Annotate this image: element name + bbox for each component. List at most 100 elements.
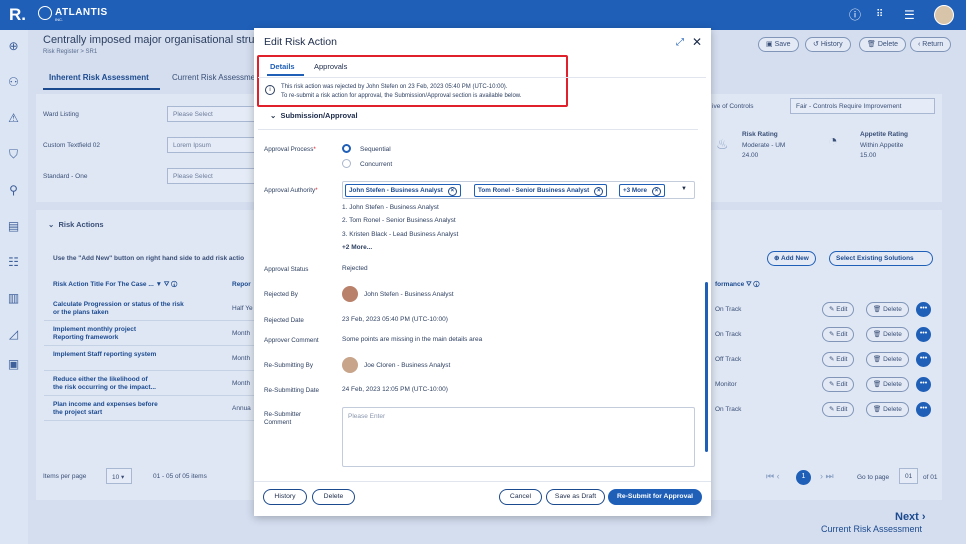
- shield-icon[interactable]: ⛉: [5, 146, 22, 163]
- risk-action-title-link[interactable]: Calculate Progression or status of the r…: [53, 301, 184, 317]
- performance-status: On Track: [715, 306, 742, 313]
- concurrent-radio[interactable]: [342, 159, 351, 168]
- row-edit-button[interactable]: ✎ Edit: [822, 327, 855, 342]
- gauge-icon: ◔: [828, 133, 838, 150]
- column-title-header[interactable]: Risk Action Title For The Case ... ▼ ⛛ ⓘ: [53, 281, 177, 289]
- user-avatar[interactable]: [934, 5, 954, 25]
- user-settings-icon[interactable]: ⚇: [5, 74, 22, 91]
- approval-authority-select[interactable]: John Stefen - Business Analyst × Tom Rone…: [342, 181, 695, 199]
- select-existing-button[interactable]: Select Existing Solutions: [829, 251, 933, 266]
- warning-icon[interactable]: ⚠: [5, 110, 22, 127]
- history-button[interactable]: History: [263, 489, 307, 505]
- sequential-label: Sequential: [360, 146, 391, 153]
- controls-select[interactable]: Fair - Controls Require Improvement: [790, 98, 935, 114]
- row-more-icon[interactable]: •••: [916, 402, 931, 417]
- cancel-button[interactable]: Cancel: [499, 489, 542, 505]
- column-report-header[interactable]: Repor: [232, 281, 251, 288]
- next-button[interactable]: Next ›: [895, 511, 926, 523]
- search-icon[interactable]: ⚲: [5, 182, 22, 199]
- line-chart-icon[interactable]: ◿: [5, 326, 22, 343]
- checklist-icon[interactable]: ☷: [5, 254, 22, 271]
- save-draft-button[interactable]: Save as Draft: [546, 489, 605, 505]
- resubmitter-avatar: [342, 357, 358, 373]
- risk-action-title-link[interactable]: Implement Staff reporting system: [53, 351, 156, 359]
- return-button[interactable]: ‹ Return: [910, 37, 952, 52]
- column-performance-header[interactable]: formance ⛛ ⓘ: [715, 281, 759, 289]
- remove-chip-icon: ×: [651, 187, 661, 196]
- brand-sub: INC.: [55, 17, 63, 22]
- row-more-icon[interactable]: •••: [916, 352, 931, 367]
- report-frequency: Month: [232, 355, 251, 362]
- breadcrumb[interactable]: Risk Register > SR1: [43, 49, 97, 55]
- history-button[interactable]: ↺ History: [805, 37, 851, 52]
- row-delete-button[interactable]: 🗑 Delete: [866, 302, 909, 317]
- row-more-icon[interactable]: •••: [916, 327, 931, 342]
- report-icon[interactable]: ▣: [5, 356, 22, 373]
- section-header[interactable]: ⌄ Submission/Approval: [270, 111, 358, 120]
- risk-action-title-link[interactable]: Reduce either the likelihood of the risk …: [53, 376, 156, 392]
- ward-listing-select[interactable]: Please Select: [167, 106, 255, 122]
- delete-button[interactable]: 🗑 Delete: [859, 37, 907, 52]
- sequential-radio[interactable]: [342, 144, 351, 153]
- scrollbar[interactable]: [705, 282, 708, 452]
- tab-details[interactable]: Details: [270, 62, 295, 71]
- standard-select[interactable]: Please Select: [167, 168, 255, 184]
- page-1-button[interactable]: 1: [796, 470, 811, 485]
- document-icon[interactable]: ▤: [5, 218, 22, 235]
- row-delete-button[interactable]: 🗑 Delete: [866, 327, 909, 342]
- atlantis-logo-icon: [38, 6, 52, 20]
- risk-action-title-link[interactable]: Plan income and expenses before the proje…: [53, 401, 158, 417]
- approval-process-label: Approval Process*: [264, 146, 316, 153]
- divider: [254, 481, 711, 482]
- help-icon[interactable]: ⓘ: [849, 8, 861, 22]
- bar-chart-icon[interactable]: ▥: [5, 290, 22, 307]
- add-icon[interactable]: ⊕: [5, 38, 22, 55]
- rejected-date: 23 Feb, 2023 05:40 PM (UTC-10:00): [342, 316, 448, 323]
- menu-icon[interactable]: ☰: [904, 8, 915, 22]
- approver-chip[interactable]: John Stefen - Business Analyst ×: [345, 184, 461, 197]
- concurrent-label: Concurrent: [360, 161, 393, 168]
- row-delete-button[interactable]: 🗑 Delete: [866, 352, 909, 367]
- row-more-icon[interactable]: •••: [916, 377, 931, 392]
- resubmitter-comment-input[interactable]: Please Enter: [342, 407, 695, 467]
- remove-chip-icon: ×: [447, 187, 457, 196]
- expand-icon[interactable]: ⤢: [676, 37, 684, 48]
- controls-label: ive of Controls: [712, 103, 754, 110]
- delete-button[interactable]: Delete: [312, 489, 355, 505]
- row-more-icon[interactable]: •••: [916, 302, 931, 317]
- resubmit-button[interactable]: Re-Submit for Approval: [608, 489, 702, 505]
- last-page-icon[interactable]: › ⏭: [820, 471, 834, 482]
- row-delete-button[interactable]: 🗑 Delete: [866, 402, 909, 417]
- go-to-page-input[interactable]: 01: [899, 468, 918, 484]
- apps-grid-icon[interactable]: ⠿: [876, 8, 883, 22]
- top-bar: R. ATLANTIS INC. ⓘ ⠿ ☰: [0, 0, 966, 30]
- rejected-by-label: Rejected By: [264, 291, 298, 298]
- appetite-rating-value: Within Appetite: [860, 142, 904, 149]
- row-edit-button[interactable]: ✎ Edit: [822, 402, 855, 417]
- more-approvers-chip[interactable]: +3 More ×: [619, 184, 665, 197]
- report-frequency: Month: [232, 380, 251, 387]
- add-new-button[interactable]: ⊕ Add New: [767, 251, 816, 266]
- row-edit-button[interactable]: ✎ Edit: [822, 352, 855, 367]
- first-page-icon[interactable]: ⏮ ‹: [766, 471, 780, 482]
- tab-inherent[interactable]: Inherent Risk Assessment: [49, 73, 149, 82]
- row-edit-button[interactable]: ✎ Edit: [822, 377, 855, 392]
- approver-chip[interactable]: Tom Ronel - Senior Business Analyst ×: [474, 184, 608, 197]
- more-link[interactable]: +2 More...: [342, 244, 372, 251]
- dropdown-icon[interactable]: ▼: [681, 186, 687, 192]
- risk-action-title-link[interactable]: Implement monthly project Reporting frame…: [53, 326, 136, 342]
- tab-current[interactable]: Current Risk Assessme: [172, 73, 255, 82]
- close-icon[interactable]: ✕: [692, 35, 702, 49]
- field-label: Standard - One: [43, 173, 88, 180]
- resubmitting-by-label: Re-Submitting By: [264, 362, 313, 369]
- risk-actions-title[interactable]: ⌄ Risk Actions: [48, 220, 104, 229]
- items-per-page-select[interactable]: 10 ▾: [106, 468, 132, 484]
- custom-textfield[interactable]: Lorem Ipsum: [167, 137, 255, 153]
- app-logo[interactable]: R.: [9, 5, 26, 25]
- row-edit-button[interactable]: ✎ Edit: [822, 302, 855, 317]
- tab-approvals[interactable]: Approvals: [314, 62, 347, 71]
- page-total: of 01: [923, 474, 938, 481]
- resubmitter-comment-label: Re-Submitter Comment: [264, 411, 302, 426]
- save-button[interactable]: ▣ Save: [758, 37, 799, 52]
- row-delete-button[interactable]: 🗑 Delete: [866, 377, 909, 392]
